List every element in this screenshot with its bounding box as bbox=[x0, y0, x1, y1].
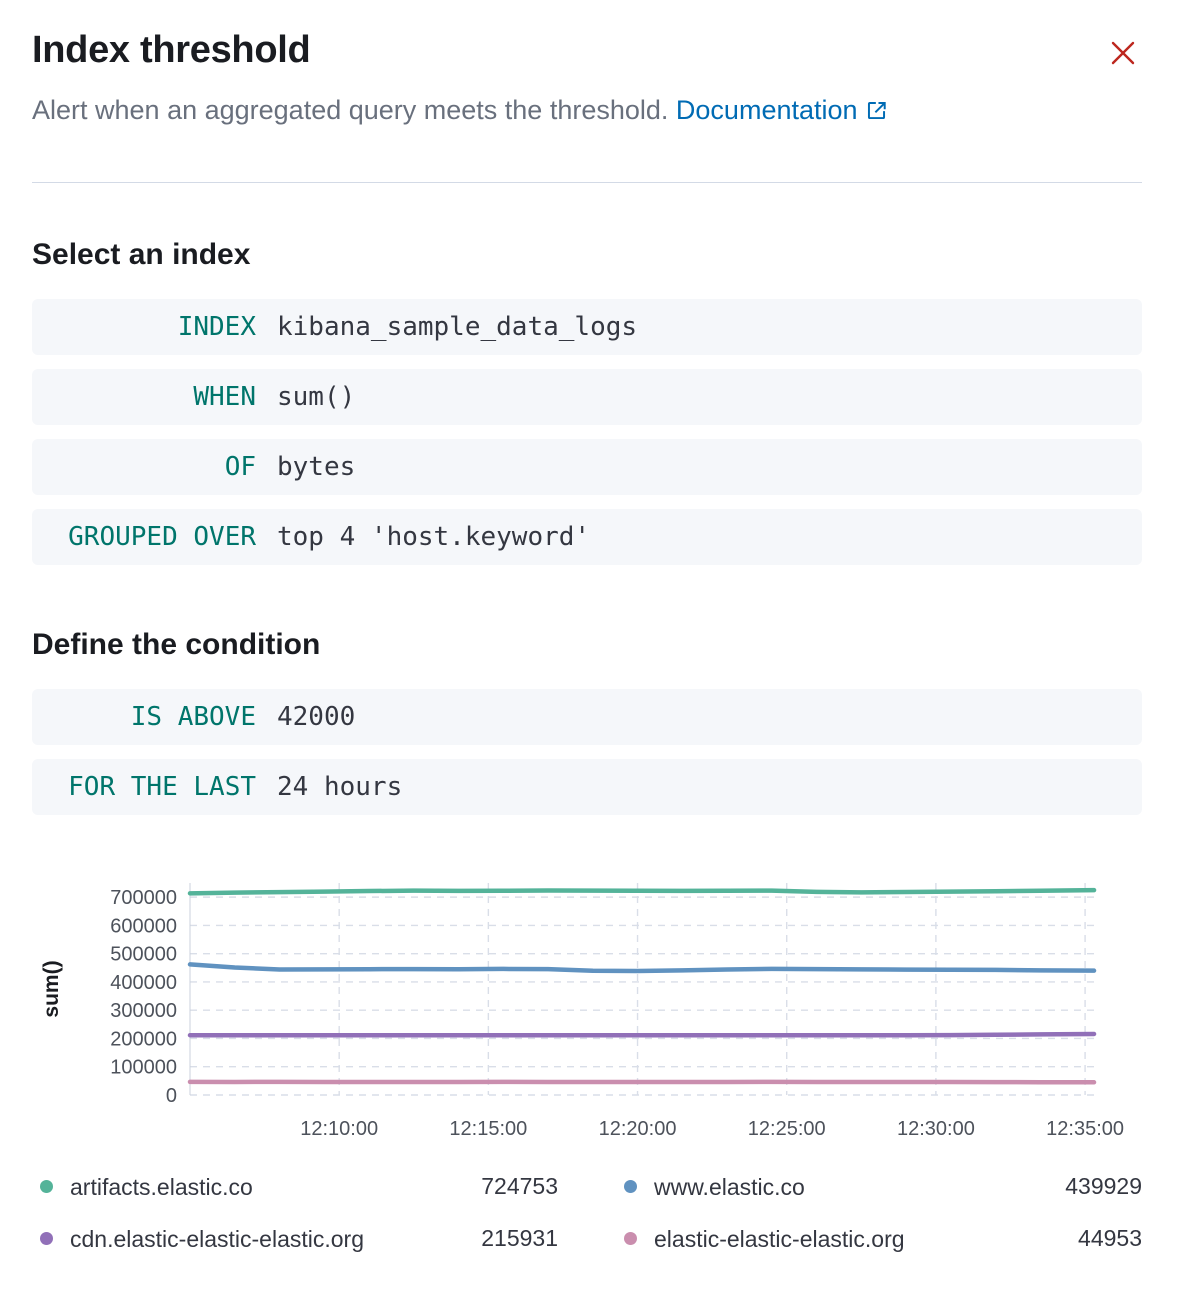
chart-svg: 0 100000 200000 300000 400000 500000 600000 700… bbox=[32, 873, 1142, 1158]
svg-text:400000: 400000 bbox=[110, 972, 177, 994]
svg-text:12:25:00: 12:25:00 bbox=[748, 1118, 826, 1140]
expression-value: kibana_sample_data_logs bbox=[277, 312, 637, 342]
expression-label: WHEN bbox=[56, 382, 256, 412]
svg-text:300000: 300000 bbox=[110, 1000, 177, 1022]
legend-series-value: 215931 bbox=[481, 1225, 558, 1252]
expression-value: 24 hours bbox=[277, 772, 402, 802]
expression-row-of[interactable]: OF bytes bbox=[32, 439, 1142, 495]
expression-row-index[interactable]: INDEX kibana_sample_data_logs bbox=[32, 299, 1142, 355]
documentation-link[interactable]: Documentation bbox=[676, 95, 887, 125]
svg-text:12:20:00: 12:20:00 bbox=[599, 1118, 677, 1140]
subtitle-text: Alert when an aggregated query meets the… bbox=[32, 95, 668, 125]
condition-row-is-above[interactable]: IS ABOVE 42000 bbox=[32, 689, 1142, 745]
legend-series-value: 439929 bbox=[1065, 1173, 1142, 1200]
expression-label: IS ABOVE bbox=[56, 702, 256, 732]
svg-text:12:15:00: 12:15:00 bbox=[449, 1118, 527, 1140]
expression-value: bytes bbox=[277, 452, 355, 482]
expression-value: 42000 bbox=[277, 702, 355, 732]
legend-series-name: elastic-elastic-elastic.org bbox=[654, 1224, 905, 1254]
expression-label: GROUPED OVER bbox=[56, 522, 256, 552]
svg-text:500000: 500000 bbox=[110, 943, 177, 965]
flyout-header: Index threshold bbox=[32, 28, 1142, 74]
expression-row-grouped-over[interactable]: GROUPED OVER top 4 'host.keyword' bbox=[32, 509, 1142, 565]
external-link-icon bbox=[858, 95, 887, 125]
index-threshold-flyout: Index threshold Alert when an aggregated… bbox=[0, 0, 1186, 1294]
legend-series-name: cdn.elastic-elastic-elastic.org bbox=[70, 1224, 364, 1254]
legend-series-name: www.elastic.co bbox=[654, 1172, 805, 1202]
expression-value: sum() bbox=[277, 382, 355, 412]
legend-series-name: artifacts.elastic.co bbox=[70, 1172, 253, 1202]
svg-text:200000: 200000 bbox=[110, 1028, 177, 1050]
chart-legend: artifacts.elastic.co 724753 www.elastic.… bbox=[32, 1172, 1142, 1254]
expression-value: top 4 'host.keyword' bbox=[277, 522, 590, 552]
legend-series-value: 724753 bbox=[481, 1173, 558, 1200]
expression-row-when[interactable]: WHEN sum() bbox=[32, 369, 1142, 425]
svg-text:600000: 600000 bbox=[110, 915, 177, 937]
expression-label: FOR THE LAST bbox=[56, 772, 256, 802]
define-condition-heading: Define the condition bbox=[32, 627, 1142, 663]
svg-text:0: 0 bbox=[166, 1085, 177, 1107]
series-color-dot bbox=[40, 1232, 53, 1245]
expression-label: INDEX bbox=[56, 312, 256, 342]
svg-text:700000: 700000 bbox=[110, 887, 177, 909]
svg-text:12:10:00: 12:10:00 bbox=[300, 1118, 378, 1140]
flyout-subtitle: Alert when an aggregated query meets the… bbox=[32, 92, 1142, 128]
legend-item: www.elastic.co 439929 bbox=[616, 1172, 1142, 1202]
svg-text:12:30:00: 12:30:00 bbox=[897, 1118, 975, 1140]
index-expression-group: INDEX kibana_sample_data_logs WHEN sum()… bbox=[32, 299, 1142, 565]
svg-text:100000: 100000 bbox=[110, 1056, 177, 1078]
threshold-preview-chart: 0 100000 200000 300000 400000 500000 600000 700… bbox=[32, 873, 1142, 1158]
page-title: Index threshold bbox=[32, 28, 310, 74]
series-color-dot bbox=[40, 1180, 53, 1193]
select-index-heading: Select an index bbox=[32, 237, 1142, 273]
divider bbox=[32, 182, 1142, 183]
close-icon bbox=[1110, 40, 1136, 66]
legend-series-value: 44953 bbox=[1078, 1225, 1142, 1252]
series-color-dot bbox=[624, 1232, 637, 1245]
series-color-dot bbox=[624, 1180, 637, 1193]
close-button[interactable] bbox=[1104, 34, 1142, 72]
condition-row-for-the-last[interactable]: FOR THE LAST 24 hours bbox=[32, 759, 1142, 815]
legend-item: cdn.elastic-elastic-elastic.org 215931 bbox=[32, 1224, 558, 1254]
condition-expression-group: IS ABOVE 42000 FOR THE LAST 24 hours bbox=[32, 689, 1142, 815]
legend-item: elastic-elastic-elastic.org 44953 bbox=[616, 1224, 1142, 1254]
legend-item: artifacts.elastic.co 724753 bbox=[32, 1172, 558, 1202]
svg-text:sum(): sum() bbox=[40, 960, 63, 1017]
expression-label: OF bbox=[56, 452, 256, 482]
svg-text:12:35:00: 12:35:00 bbox=[1046, 1118, 1124, 1140]
